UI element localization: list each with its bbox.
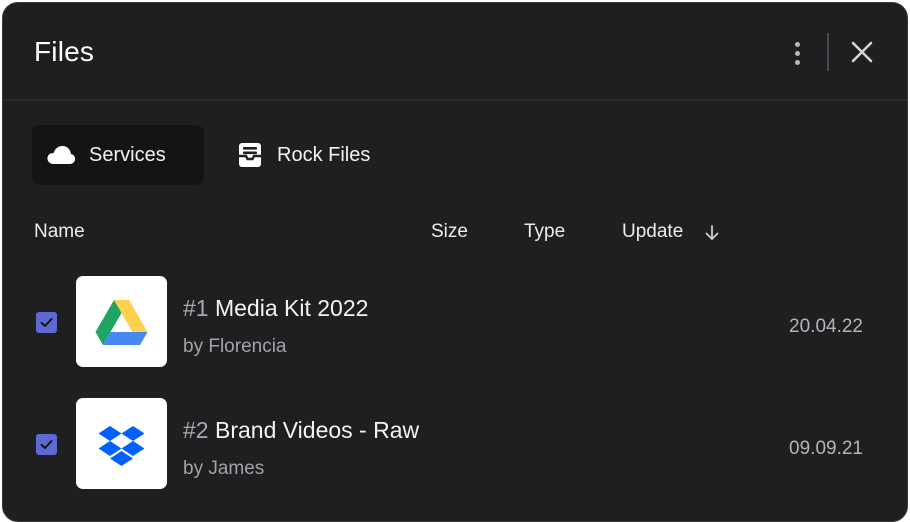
file-number: #2	[183, 417, 209, 443]
file-name: Media Kit 2022	[214, 295, 369, 321]
close-button[interactable]	[846, 36, 878, 68]
column-header-name[interactable]: Name	[34, 221, 85, 243]
tab-rock-files[interactable]: Rock Files	[215, 125, 395, 185]
files-dialog: Files Services Rock Files Name Size Type…	[2, 2, 908, 522]
file-thumbnail	[76, 276, 167, 367]
dropbox-icon	[98, 426, 145, 466]
file-date: 20.04.22	[789, 316, 863, 337]
checkmark-icon	[40, 318, 53, 327]
column-header-update[interactable]: Update	[622, 221, 683, 243]
tab-rock-files-label: Rock Files	[277, 144, 371, 166]
file-title[interactable]: #2 Brand Videos - Raw	[183, 417, 419, 444]
close-icon	[851, 41, 873, 63]
file-author: by James	[183, 458, 265, 479]
header-divider	[827, 33, 829, 71]
file-title[interactable]: #1 Media Kit 2022	[183, 295, 368, 322]
arrow-down-icon[interactable]	[703, 223, 721, 243]
dialog-header: Files	[3, 3, 907, 101]
file-date: 09.09.21	[789, 438, 863, 459]
file-row[interactable]: #2 Brand Videos - Raw by James 09.09.21	[3, 397, 907, 491]
more-vertical-icon	[795, 42, 800, 47]
file-author: by Florencia	[183, 336, 287, 357]
inbox-tray-icon	[239, 143, 261, 167]
file-name: Brand Videos - Raw	[214, 417, 420, 443]
tab-services[interactable]: Services	[32, 125, 204, 185]
column-header-size[interactable]: Size	[431, 221, 468, 243]
file-thumbnail	[76, 398, 167, 489]
tab-services-label: Services	[89, 144, 166, 166]
row-checkbox[interactable]	[36, 312, 57, 333]
checkmark-icon	[40, 440, 53, 449]
file-number: #1	[183, 295, 209, 321]
google-drive-icon	[95, 300, 148, 345]
file-row[interactable]: #1 Media Kit 2022 by Florencia 20.04.22	[3, 275, 907, 369]
dialog-title: Files	[34, 36, 95, 67]
more-options-button[interactable]	[783, 37, 813, 71]
row-checkbox[interactable]	[36, 434, 57, 455]
cloud-icon	[47, 146, 76, 164]
column-header-type[interactable]: Type	[524, 221, 565, 243]
